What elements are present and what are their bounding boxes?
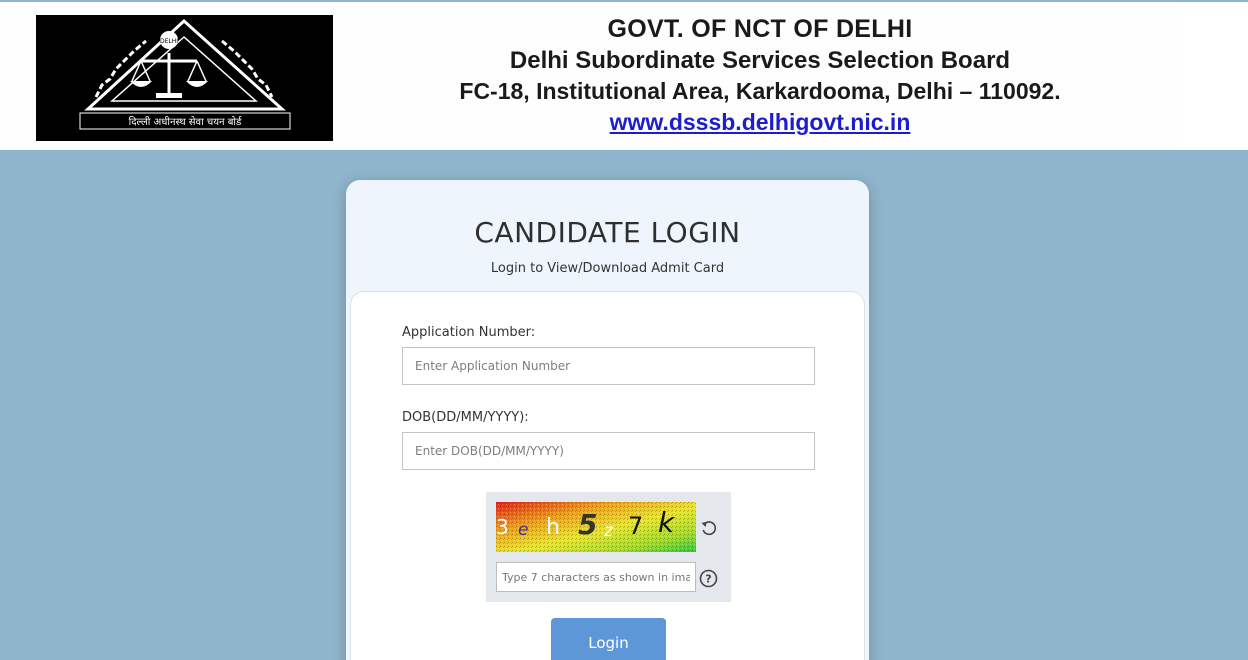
svg-text:DELHI: DELHI [160,38,178,45]
question-circle-icon[interactable]: ? [699,569,718,588]
application-number-input[interactable] [402,347,815,385]
header-title-block: GOVT. OF NCT OF DELHI Delhi Subordinate … [430,14,1090,138]
logo-motto: दिल्ली अधीनस्थ सेवा चयन बोर्ड [129,116,243,128]
dob-label: DOB(DD/MM/YYYY): [402,410,529,425]
board-name: Delhi Subordinate Services Selection Boa… [509,47,1011,74]
govt-title: GOVT. OF NCT OF DELHI [607,15,913,43]
login-form: Application Number: DOB(DD/MM/YYYY): [350,291,865,660]
svg-text:3: 3 [496,515,509,539]
captcha-image: 3 e h 5 z 7 k [496,502,696,552]
refresh-icon[interactable] [699,518,719,538]
svg-text:z: z [603,521,614,541]
website-link[interactable]: www.dsssb.delhigovt.nic.in [430,107,1090,138]
login-button[interactable]: Login [551,618,666,660]
board-address: FC-18, Institutional Area, Karkardooma, … [459,78,1061,104]
svg-text:h: h [546,515,560,540]
svg-text:5: 5 [578,508,597,541]
candidate-login-card: CANDIDATE LOGIN Login to View/Download A… [346,180,869,660]
site-header: DELHI दिल्ली अधीनस्थ सेवा चयन बोर्ड GOVT… [0,0,1248,150]
login-subtitle: Login to View/Download Admit Card [490,261,725,276]
svg-text:k: k [658,506,676,539]
dsssb-logo: DELHI दिल्ली अधीनस्थ सेवा चयन बोर्ड [36,15,333,141]
captcha-input[interactable] [496,562,696,592]
header-banner: DELHI दिल्ली अधीनस्थ सेवा चयन बोर्ड GOVT… [0,2,1180,150]
application-number-label: Application Number: [402,325,536,340]
svg-text:e: e [518,520,528,540]
svg-text:7: 7 [628,512,643,540]
dob-input[interactable] [402,432,815,470]
svg-text:?: ? [705,573,711,586]
captcha-box: 3 e h 5 z 7 k ? [486,492,731,602]
login-title: CANDIDATE LOGIN [474,216,741,249]
